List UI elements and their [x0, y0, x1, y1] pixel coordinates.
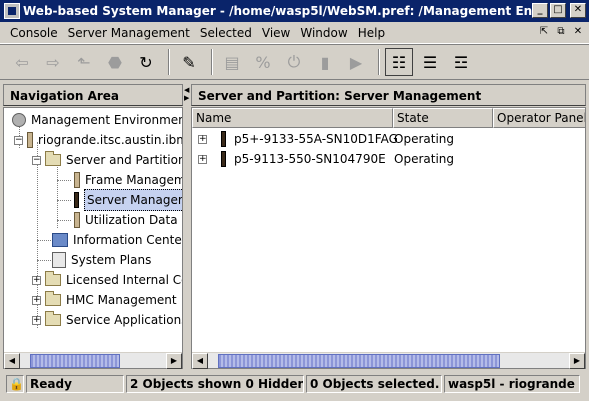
toolbar-separator [168, 49, 170, 75]
server-state: Operating [394, 152, 454, 166]
tile-pane-icon[interactable]: ⧉ [554, 25, 568, 39]
expand-icon[interactable]: + [198, 134, 207, 144]
minimize-button[interactable]: _ [532, 3, 548, 18]
expand-icon[interactable]: + [32, 315, 41, 325]
navigation-header: Navigation Area [3, 84, 183, 106]
menu-window[interactable]: Window [295, 26, 352, 40]
tree-item-system-plans[interactable]: System Plans [52, 250, 151, 270]
folder-icon [45, 271, 61, 286]
server-icon [27, 132, 33, 148]
tree-details-view-icon[interactable]: ☲ [447, 48, 475, 76]
navigation-tree[interactable]: Management Environment − riogrande.itsc.… [3, 107, 183, 369]
server-state: Operating [394, 132, 454, 146]
toolbar: ⇦ ⇨ ⬑ ⬣ ↻ ✎ ▤ % ⏻ ▮ ▶ ☷ ☰ ☲ [0, 44, 589, 80]
column-header-operator-panel[interactable]: Operator Panel Value [493, 108, 585, 128]
server-name: p5-9113-550-SN104790E [234, 152, 386, 166]
collapse-icon[interactable]: − [32, 155, 41, 165]
tree-item-riogrande[interactable]: − riogrande.itsc.austin.ibm.com [14, 130, 182, 150]
up-folder-icon[interactable]: ⬑ [70, 48, 98, 76]
menu-view[interactable]: View [257, 26, 295, 40]
status-objects-shown: 2 Objects shown 0 Hidden. [126, 375, 304, 393]
pane-splitter[interactable]: ◀ ▶ [184, 84, 190, 369]
power-icon[interactable]: ⏻ [280, 48, 308, 76]
tree-item-utilization-data[interactable]: Utilization Data Management [74, 210, 182, 230]
scroll-left-icon[interactable]: ◀ [4, 353, 20, 369]
folder-icon [45, 311, 61, 326]
table-row[interactable]: + p5-9113-550-SN104790E Operating [198, 149, 578, 169]
tree-item-management-environment[interactable]: Management Environment [12, 110, 182, 130]
expand-icon[interactable]: + [198, 154, 207, 164]
app-icon [4, 3, 20, 19]
status-user: wasp5l - riogrande [444, 375, 580, 393]
menu-server-management[interactable]: Server Management [63, 26, 195, 40]
properties-icon[interactable]: ▤ [218, 48, 246, 76]
find-icon[interactable]: ✎ [175, 48, 203, 76]
stop-icon[interactable]: ⬣ [101, 48, 129, 76]
content-table[interactable]: Name State Operator Panel Value + p5+-91… [191, 107, 586, 369]
tree-item-frame-management[interactable]: Frame Management [74, 170, 182, 190]
content-hscrollbar[interactable]: ◀ ▶ [192, 352, 585, 369]
table-row[interactable]: + p5+-9133-55A-SN10D1FAG Operating [198, 129, 578, 149]
status-objects-selected: 0 Objects selected. [306, 375, 442, 393]
plans-icon [52, 252, 66, 268]
menu-selected[interactable]: Selected [195, 26, 257, 40]
folder-icon [45, 151, 61, 166]
status-bar: 🔒 Ready 2 Objects shown 0 Hidden. 0 Obje… [0, 373, 589, 395]
info-icon [52, 233, 68, 247]
globe-icon [12, 113, 26, 127]
tree-item-information-center[interactable]: Information Center and Setup Wizard [52, 230, 182, 250]
content-header: Server and Partition: Server Management [191, 84, 586, 106]
window-title: Web-based System Manager - /home/wasp5l/… [23, 4, 543, 18]
details-view-icon[interactable]: ☷ [385, 48, 413, 76]
server-icon [221, 151, 226, 167]
back-arrow-icon[interactable]: ⇦ [8, 48, 36, 76]
maximize-button[interactable]: □ [550, 3, 566, 18]
scroll-right-icon[interactable]: ▶ [569, 353, 585, 369]
server-icon [74, 212, 80, 228]
title-bar[interactable]: Web-based System Manager - /home/wasp5l/… [0, 0, 589, 22]
menu-bar: Console Server Management Selected View … [0, 22, 589, 44]
close-pane-icon[interactable]: ✕ [571, 25, 585, 39]
scroll-left-icon[interactable]: ◀ [192, 353, 208, 369]
percent-icon[interactable]: % [249, 48, 277, 76]
server-icon [74, 192, 79, 208]
tree-item-server-and-partition[interactable]: − Server and Partition [32, 150, 182, 170]
scroll-thumb[interactable] [30, 354, 120, 368]
forward-arrow-icon[interactable]: ⇨ [39, 48, 67, 76]
frame-icon [74, 172, 80, 188]
toolbar-separator [211, 49, 213, 75]
column-header-name[interactable]: Name [192, 108, 393, 128]
delete-icon[interactable]: ▮ [311, 48, 339, 76]
tree-item-server-management[interactable]: Server Management [74, 189, 182, 211]
navigation-hscrollbar[interactable]: ◀ ▶ [4, 352, 182, 369]
status-ready: Ready [26, 375, 124, 393]
tree-item-hmc-management[interactable]: + HMC Management [32, 290, 177, 310]
menu-console[interactable]: Console [0, 26, 63, 40]
lock-icon: 🔒 [6, 375, 24, 393]
toolbar-separator [378, 49, 380, 75]
terminal-icon[interactable]: ▶ [342, 48, 370, 76]
server-icon [221, 131, 226, 147]
tree-item-service-applications[interactable]: + Service Applications [32, 310, 182, 330]
reload-icon[interactable]: ↻ [132, 48, 160, 76]
tree-view-icon[interactable]: ☰ [416, 48, 444, 76]
menu-help[interactable]: Help [353, 26, 390, 40]
expand-icon[interactable]: + [32, 295, 41, 305]
scroll-thumb[interactable] [218, 354, 500, 368]
close-button[interactable]: ✕ [570, 3, 586, 18]
collapse-icon[interactable]: − [14, 135, 23, 145]
tree-item-licensed-internal-code[interactable]: + Licensed Internal Code Maintenance [32, 270, 182, 290]
expand-icon[interactable]: + [32, 275, 41, 285]
restore-pane-icon[interactable]: ⇱ [537, 25, 551, 39]
server-name: p5+-9133-55A-SN10D1FAG [234, 132, 398, 146]
scroll-right-icon[interactable]: ▶ [166, 353, 182, 369]
column-header-state[interactable]: State [393, 108, 493, 128]
folder-icon [45, 291, 61, 306]
